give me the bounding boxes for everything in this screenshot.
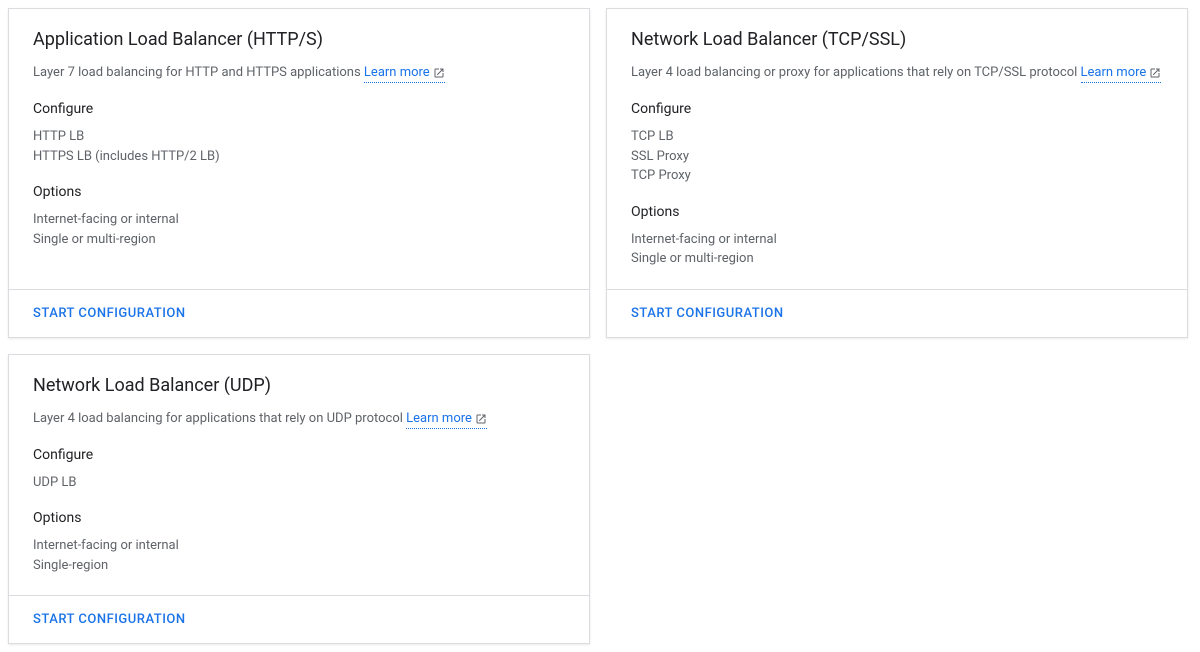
options-items: Internet-facing or internal Single or mu… (33, 210, 565, 249)
card-description: Layer 4 load balancing for applications … (33, 410, 565, 429)
configure-item: TCP Proxy (631, 166, 1163, 186)
learn-more-label: Learn more (1081, 64, 1147, 82)
start-configuration-button[interactable]: START CONFIGURATION (33, 608, 186, 631)
options-item: Internet-facing or internal (33, 210, 565, 230)
card-title: Network Load Balancer (TCP/SSL) (631, 29, 1163, 50)
configure-items: TCP LB SSL Proxy TCP Proxy (631, 127, 1163, 186)
options-item: Internet-facing or internal (631, 230, 1163, 250)
options-item: Single-region (33, 556, 565, 576)
options-heading: Options (631, 204, 1163, 220)
learn-more-label: Learn more (406, 410, 472, 428)
configure-items: UDP LB (33, 473, 565, 493)
configure-item: HTTPS LB (includes HTTP/2 LB) (33, 147, 565, 167)
external-link-icon (475, 413, 487, 425)
configure-item: UDP LB (33, 473, 565, 493)
card-description: Layer 7 load balancing for HTTP and HTTP… (33, 64, 565, 83)
external-link-icon (1149, 67, 1161, 79)
options-item: Internet-facing or internal (33, 536, 565, 556)
card-description-text: Layer 4 load balancing or proxy for appl… (631, 65, 1081, 80)
configure-heading: Configure (631, 101, 1163, 117)
options-items: Internet-facing or internal Single-regio… (33, 536, 565, 575)
start-configuration-button[interactable]: START CONFIGURATION (33, 302, 186, 325)
options-items: Internet-facing or internal Single or mu… (631, 230, 1163, 269)
card-title: Application Load Balancer (HTTP/S) (33, 29, 565, 50)
card-network-lb-udp: Network Load Balancer (UDP) Layer 4 load… (8, 354, 590, 645)
options-heading: Options (33, 184, 565, 200)
learn-more-link[interactable]: Learn more (364, 64, 445, 83)
load-balancer-cards-container: Application Load Balancer (HTTP/S) Layer… (8, 8, 1192, 644)
card-footer: START CONFIGURATION (9, 595, 589, 643)
card-footer: START CONFIGURATION (607, 289, 1187, 337)
options-heading: Options (33, 510, 565, 526)
external-link-icon (433, 67, 445, 79)
card-description: Layer 4 load balancing or proxy for appl… (631, 64, 1163, 83)
card-body: Network Load Balancer (UDP) Layer 4 load… (9, 355, 589, 596)
configure-items: HTTP LB HTTPS LB (includes HTTP/2 LB) (33, 127, 565, 166)
learn-more-link[interactable]: Learn more (406, 410, 487, 429)
configure-item: SSL Proxy (631, 147, 1163, 167)
learn-more-link[interactable]: Learn more (1081, 64, 1162, 83)
configure-heading: Configure (33, 101, 565, 117)
card-description-text: Layer 4 load balancing for applications … (33, 411, 406, 426)
card-network-lb-tcp-ssl: Network Load Balancer (TCP/SSL) Layer 4 … (606, 8, 1188, 338)
configure-heading: Configure (33, 447, 565, 463)
card-application-lb-https: Application Load Balancer (HTTP/S) Layer… (8, 8, 590, 338)
card-body: Network Load Balancer (TCP/SSL) Layer 4 … (607, 9, 1187, 289)
card-footer: START CONFIGURATION (9, 289, 589, 337)
options-item: Single or multi-region (33, 230, 565, 250)
start-configuration-button[interactable]: START CONFIGURATION (631, 302, 784, 325)
card-body: Application Load Balancer (HTTP/S) Layer… (9, 9, 589, 289)
card-title: Network Load Balancer (UDP) (33, 375, 565, 396)
card-description-text: Layer 7 load balancing for HTTP and HTTP… (33, 65, 364, 80)
configure-item: TCP LB (631, 127, 1163, 147)
configure-item: HTTP LB (33, 127, 565, 147)
learn-more-label: Learn more (364, 64, 430, 82)
options-item: Single or multi-region (631, 249, 1163, 269)
